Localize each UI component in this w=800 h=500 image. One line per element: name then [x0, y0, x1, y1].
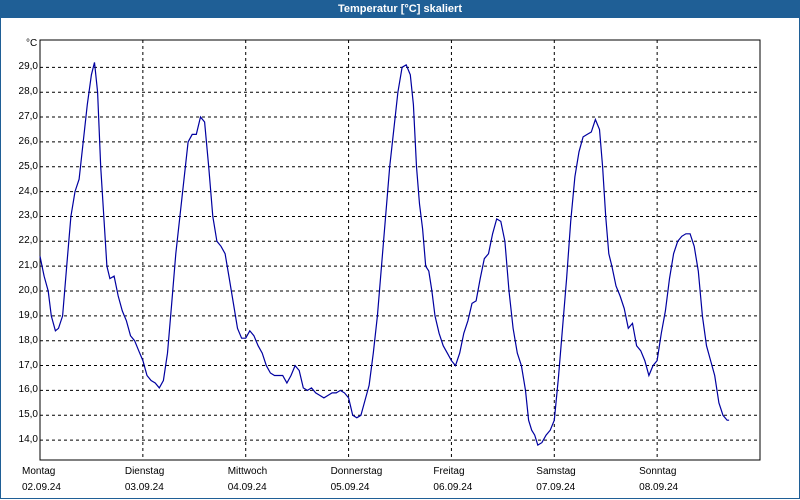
temperature-series-line	[39, 62, 730, 447]
chart-plot	[39, 39, 761, 461]
plot-border	[39, 39, 761, 461]
